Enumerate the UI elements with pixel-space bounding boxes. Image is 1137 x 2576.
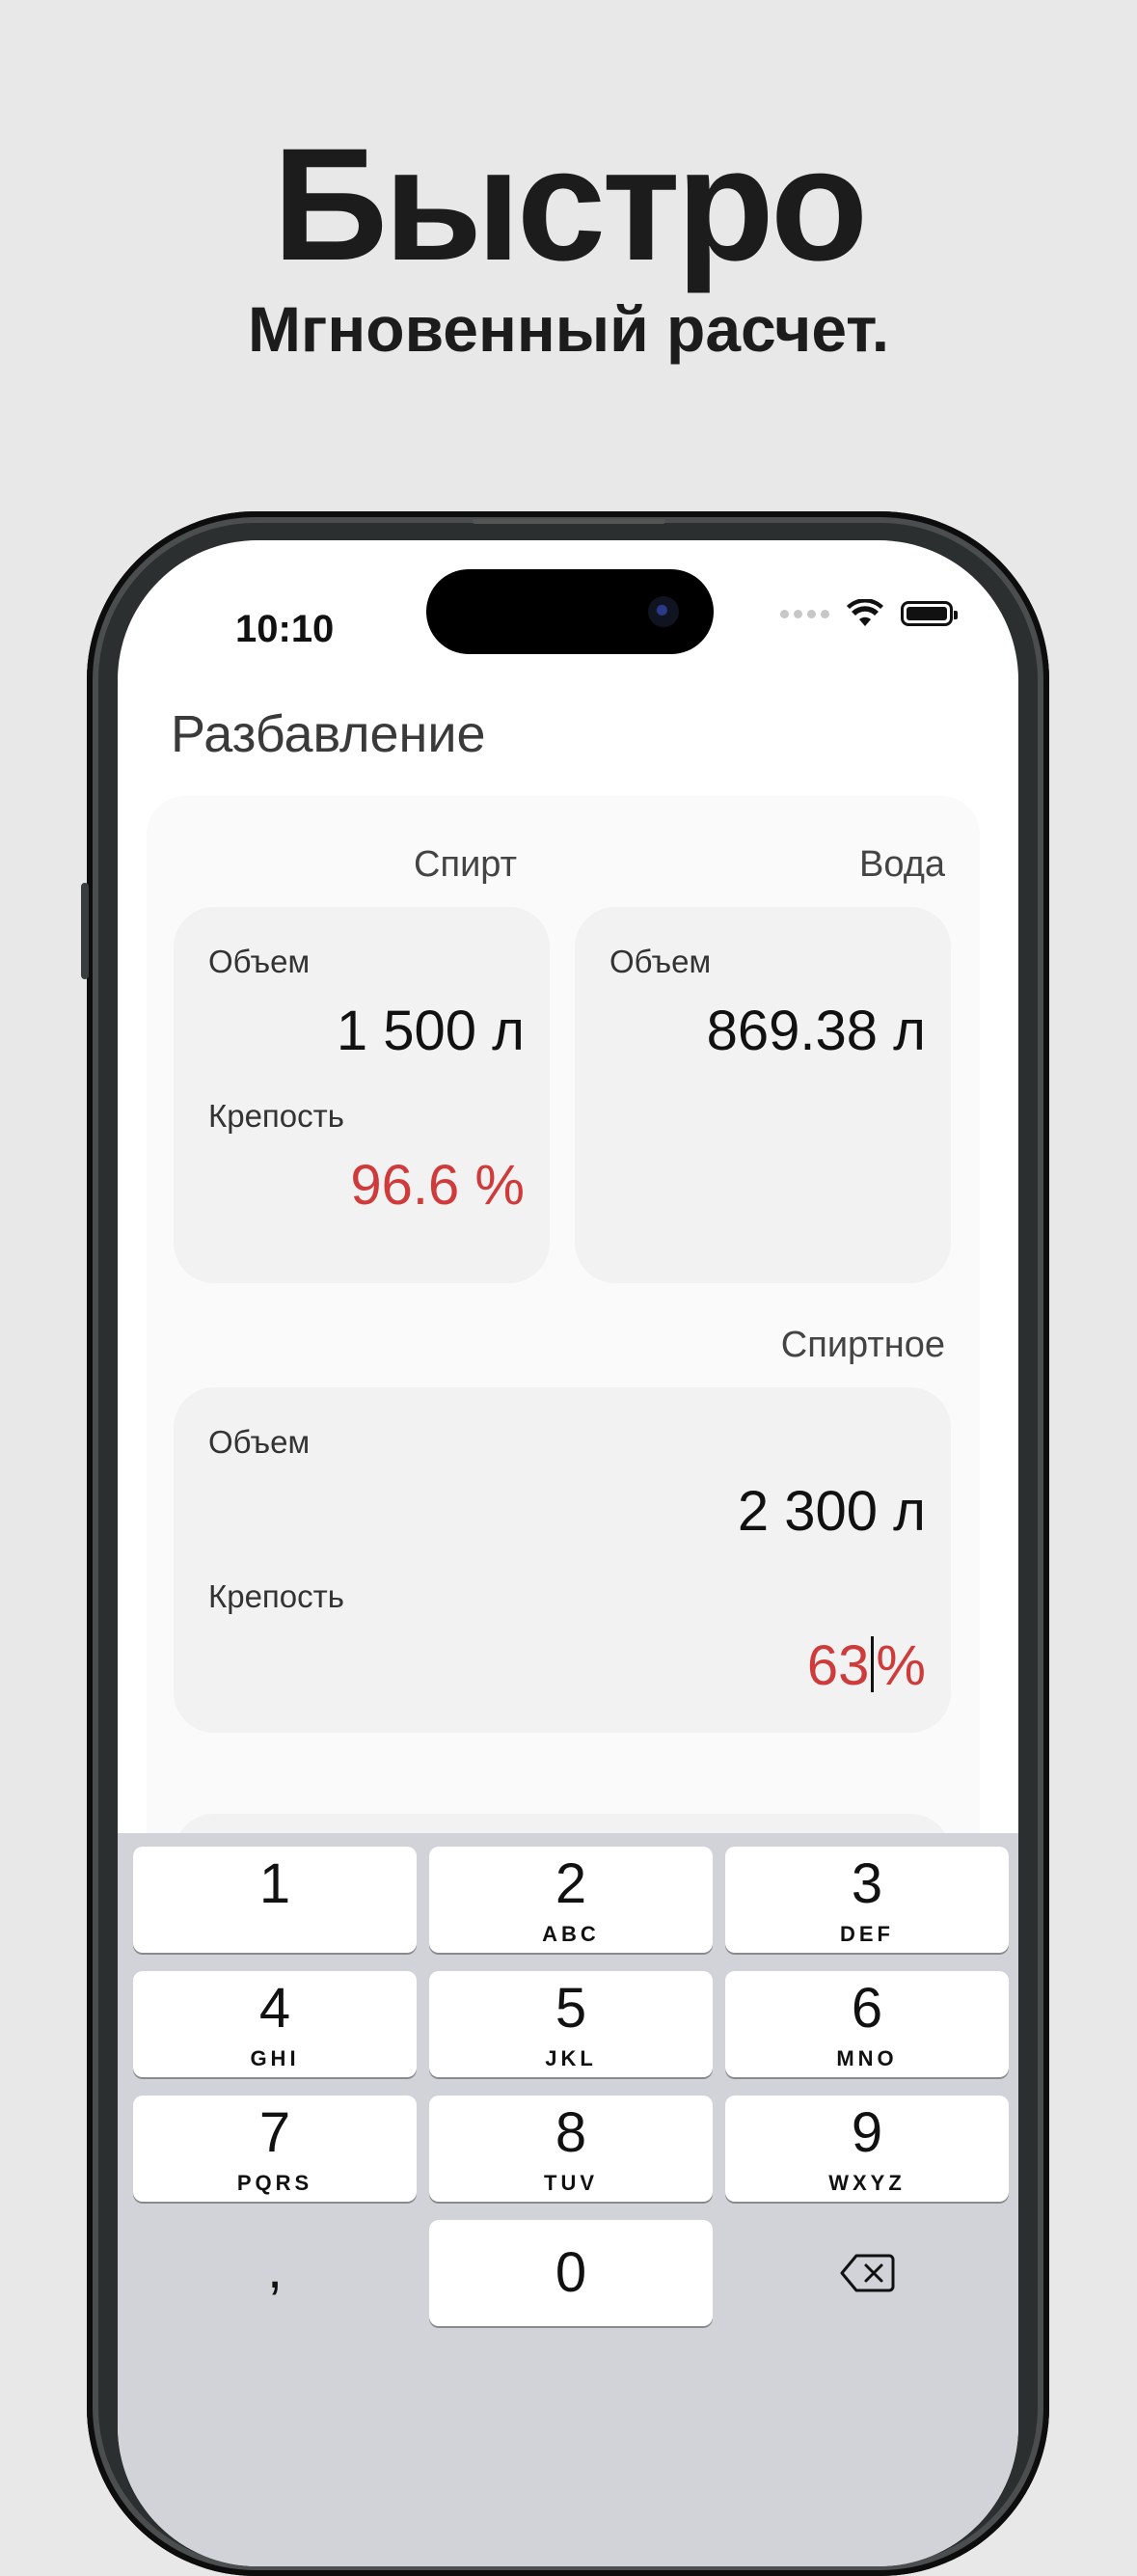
key-6-digit: 6 [851, 1977, 883, 2040]
promo-subheadline: Мгновенный расчет. [247, 293, 890, 365]
water-card[interactable]: Объем 869.38 л [575, 907, 951, 1283]
key-4-digit: 4 [258, 1977, 291, 2040]
drink-volume-label: Объем [208, 1424, 311, 1460]
spirit-card[interactable]: Объем 1 500 л Крепость 96.6 % [174, 907, 550, 1283]
key-2-letters: ABC [542, 1922, 600, 1946]
status-time: 10:10 [235, 608, 335, 650]
key-7[interactable]: 7 PQRS [133, 2096, 417, 2202]
key-9[interactable]: 9 WXYZ [725, 2096, 1009, 2202]
promo-headline: Быстро [272, 116, 869, 294]
phone-screen: 10:10 Разбавление Спирт Объем 1 500 л Кр… [118, 540, 1018, 2566]
dynamic-island [426, 569, 714, 654]
spirit-volume-label: Объем [208, 944, 311, 979]
calculator-card: Спирт Объем 1 500 л Крепость 96.6 % Вода… [147, 796, 980, 2007]
drink-strength-label: Крепость [208, 1578, 344, 1614]
key-8-letters: TUV [544, 2171, 598, 2195]
spirit-strength-label: Крепость [208, 1098, 344, 1134]
key-6[interactable]: 6 MNO [725, 1971, 1009, 2077]
key-3-letters: DEF [840, 1922, 894, 1946]
drink-strength-field[interactable]: 63% [807, 1633, 926, 1698]
key-5[interactable]: 5 JKL [429, 1971, 713, 2077]
key-1[interactable]: 1 [133, 1847, 417, 1953]
key-0-digit: 0 [555, 2241, 587, 2304]
camera-icon [648, 596, 679, 627]
status-icons [780, 594, 958, 633]
water-volume-label: Объем [609, 944, 712, 979]
wifi-icon [847, 599, 883, 626]
key-2[interactable]: 2 ABC [429, 1847, 713, 1953]
drink-card[interactable]: Объем 2 300 л Крепость 63% [174, 1387, 951, 1733]
key-4[interactable]: 4 GHI [133, 1971, 417, 2077]
key-delete[interactable] [725, 2220, 1009, 2326]
key-6-letters: MNO [836, 2046, 898, 2070]
key-comma[interactable]: , [133, 2220, 417, 2326]
text-caret [871, 1636, 875, 1692]
key-9-letters: WXYZ [828, 2171, 906, 2195]
top-speaker-edge [473, 519, 665, 524]
key-2-digit: 2 [555, 1852, 587, 1915]
key-5-letters: JKL [545, 2046, 597, 2070]
battery-icon [901, 601, 958, 626]
key-3-digit: 3 [851, 1852, 883, 1915]
key-8[interactable]: 8 TUV [429, 2096, 713, 2202]
drink-volume-field[interactable]: 2 300 л [738, 1479, 926, 1544]
drink-section-label: Спиртное [780, 1325, 945, 1365]
drink-strength-unit: % [876, 1634, 926, 1697]
page-title: Разбавление [171, 705, 486, 763]
key-5-digit: 5 [555, 1977, 587, 2040]
spirit-strength-field[interactable]: 96.6 % [350, 1153, 525, 1218]
key-7-letters: PQRS [236, 2171, 313, 2195]
key-comma-label: , [266, 2237, 284, 2300]
backspace-icon [840, 2254, 895, 2292]
signal-icon [780, 609, 829, 618]
drink-strength-input-text: 63 [806, 1634, 870, 1697]
key-7-digit: 7 [258, 2101, 291, 2164]
key-8-digit: 8 [555, 2101, 587, 2164]
spirit-volume-field[interactable]: 1 500 л [337, 999, 525, 1063]
side-button [81, 883, 89, 979]
numeric-keyboard: 1 2 ABC 3 DEF 4 GHI 5 JKL 6 MNO 7 PQRS 8 TUV 9 W… [118, 1833, 1018, 2566]
key-9-digit: 9 [851, 2101, 883, 2164]
key-0[interactable]: 0 [429, 2220, 713, 2326]
key-1-digit: 1 [258, 1852, 291, 1915]
key-4-letters: GHI [250, 2046, 300, 2070]
water-volume-value: 869.38 л [706, 1000, 926, 1062]
key-3[interactable]: 3 DEF [725, 1847, 1009, 1953]
water-section-label: Вода [859, 844, 945, 885]
spirit-section-label: Спирт [414, 844, 517, 885]
